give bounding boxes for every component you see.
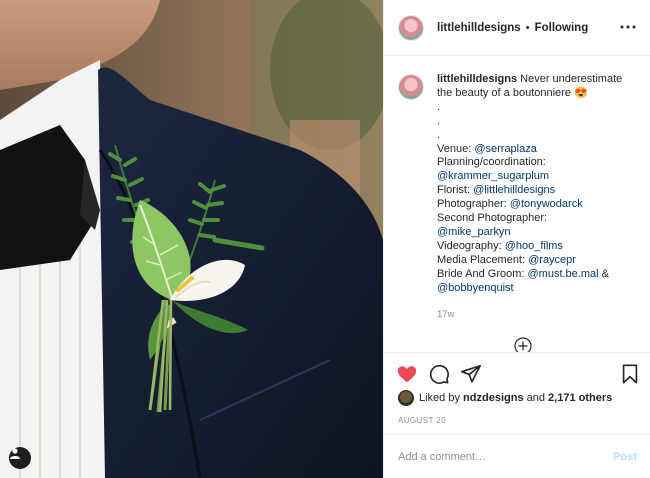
credit-label: Florist: xyxy=(437,184,474,197)
credit-line: Media Placement: @raycepr xyxy=(437,254,637,268)
caption-dot: . xyxy=(437,100,441,113)
heart-filled-icon[interactable] xyxy=(396,363,418,385)
caption-second-line: the beauty of a boutonniere xyxy=(437,86,571,99)
credit-line: Bride And Groom: @must.be.mal & xyxy=(437,268,637,282)
caption-dot: . xyxy=(437,114,441,127)
action-bar xyxy=(384,352,650,392)
plus-circle-icon[interactable] xyxy=(514,337,532,352)
caption-first-line: Never underestimate xyxy=(520,73,623,85)
credit-handle[interactable]: @must.be.mal xyxy=(528,268,599,280)
likes-middle: and xyxy=(526,392,545,404)
credit-line: Florist: @littlehilldesigns xyxy=(437,184,637,198)
liker-avatar[interactable] xyxy=(398,390,414,406)
credit-line: @bobbyenquist xyxy=(437,282,637,296)
likes-others-link[interactable]: 2,171 others xyxy=(548,392,612,404)
caption-time-ago[interactable]: 17w xyxy=(437,308,637,322)
credit-line: Videography: @hoo_films xyxy=(437,240,637,254)
likes-prefix: Liked by xyxy=(419,392,460,404)
credit-handle[interactable]: @littlehilldesigns xyxy=(473,184,555,196)
comment-bubble-icon[interactable] xyxy=(428,363,450,385)
credit-handle[interactable]: @hoo_films xyxy=(505,240,563,252)
credit-handle[interactable]: @bobbyenquist xyxy=(437,282,514,294)
caption-avatar[interactable] xyxy=(398,74,424,100)
caption-dot: . xyxy=(437,128,441,141)
credit-label: Bride And Groom: xyxy=(437,267,528,280)
credit-suffix: & xyxy=(598,267,609,280)
header-separator: • xyxy=(525,21,530,34)
likes-summary: Liked by ndzdesigns and 2,171 others xyxy=(398,390,612,406)
boutonniere-photo xyxy=(0,0,383,478)
post-comment-button[interactable]: Post xyxy=(613,451,637,463)
likes-text: Liked by ndzdesigns and 2,171 others xyxy=(419,392,612,404)
caption-area: littlehilldesigns Never underestimate th… xyxy=(384,57,650,352)
bookmark-icon[interactable] xyxy=(619,363,641,385)
post-photo[interactable] xyxy=(0,0,383,478)
post-header: littlehilldesigns • Following xyxy=(384,0,650,56)
credit-label: Media Placement: xyxy=(437,253,529,266)
follow-status-button[interactable]: Following xyxy=(535,22,589,34)
caption-username[interactable]: littlehilldesigns xyxy=(437,73,517,85)
credit-line: Photographer: @tonywodarck xyxy=(437,198,637,212)
caption-emoji: 😍 xyxy=(574,86,588,99)
credit-handle[interactable]: @raycepr xyxy=(528,254,576,266)
instagram-post: littlehilldesigns • Following littlehill… xyxy=(0,0,650,478)
author-avatar[interactable] xyxy=(398,14,424,41)
paper-plane-icon[interactable] xyxy=(460,363,482,385)
liker-username[interactable]: ndzdesigns xyxy=(463,392,524,404)
credit-label: Second Photographer: xyxy=(437,212,548,225)
credit-handle[interactable]: @tonywodarck xyxy=(510,198,583,210)
author-username[interactable]: littlehilldesigns xyxy=(437,22,521,34)
credit-label: Photographer: xyxy=(437,198,510,211)
comment-input[interactable] xyxy=(398,450,614,463)
credit-line: Venue: @serraplaza xyxy=(437,143,637,157)
credit-line: @mike_parkyn xyxy=(437,226,637,240)
more-horizontal-icon[interactable] xyxy=(619,18,637,36)
credit-label: Venue: xyxy=(437,142,475,155)
user-tag-icon xyxy=(10,448,20,459)
user-tag-button[interactable] xyxy=(9,447,31,469)
credit-label: Planning/coordination: xyxy=(437,156,546,169)
credit-line: Second Photographer: xyxy=(437,212,637,226)
credit-handle[interactable]: @serraplaza xyxy=(474,143,537,155)
caption-row: littlehilldesigns Never underestimate th… xyxy=(398,73,638,321)
caption-text: littlehilldesigns Never underestimate th… xyxy=(437,73,637,321)
post-date[interactable]: AUGUST 20 xyxy=(398,416,446,425)
credit-handle[interactable]: @mike_parkyn xyxy=(437,226,511,238)
post-side-panel: littlehilldesigns • Following littlehill… xyxy=(383,0,650,478)
credit-handle[interactable]: @krammer_sugarplum xyxy=(437,170,549,182)
credit-label: Videography: xyxy=(437,239,505,252)
comment-box: Post xyxy=(384,434,650,478)
credit-line: @krammer_sugarplum xyxy=(437,170,637,184)
credit-line: Planning/coordination: xyxy=(437,156,637,170)
